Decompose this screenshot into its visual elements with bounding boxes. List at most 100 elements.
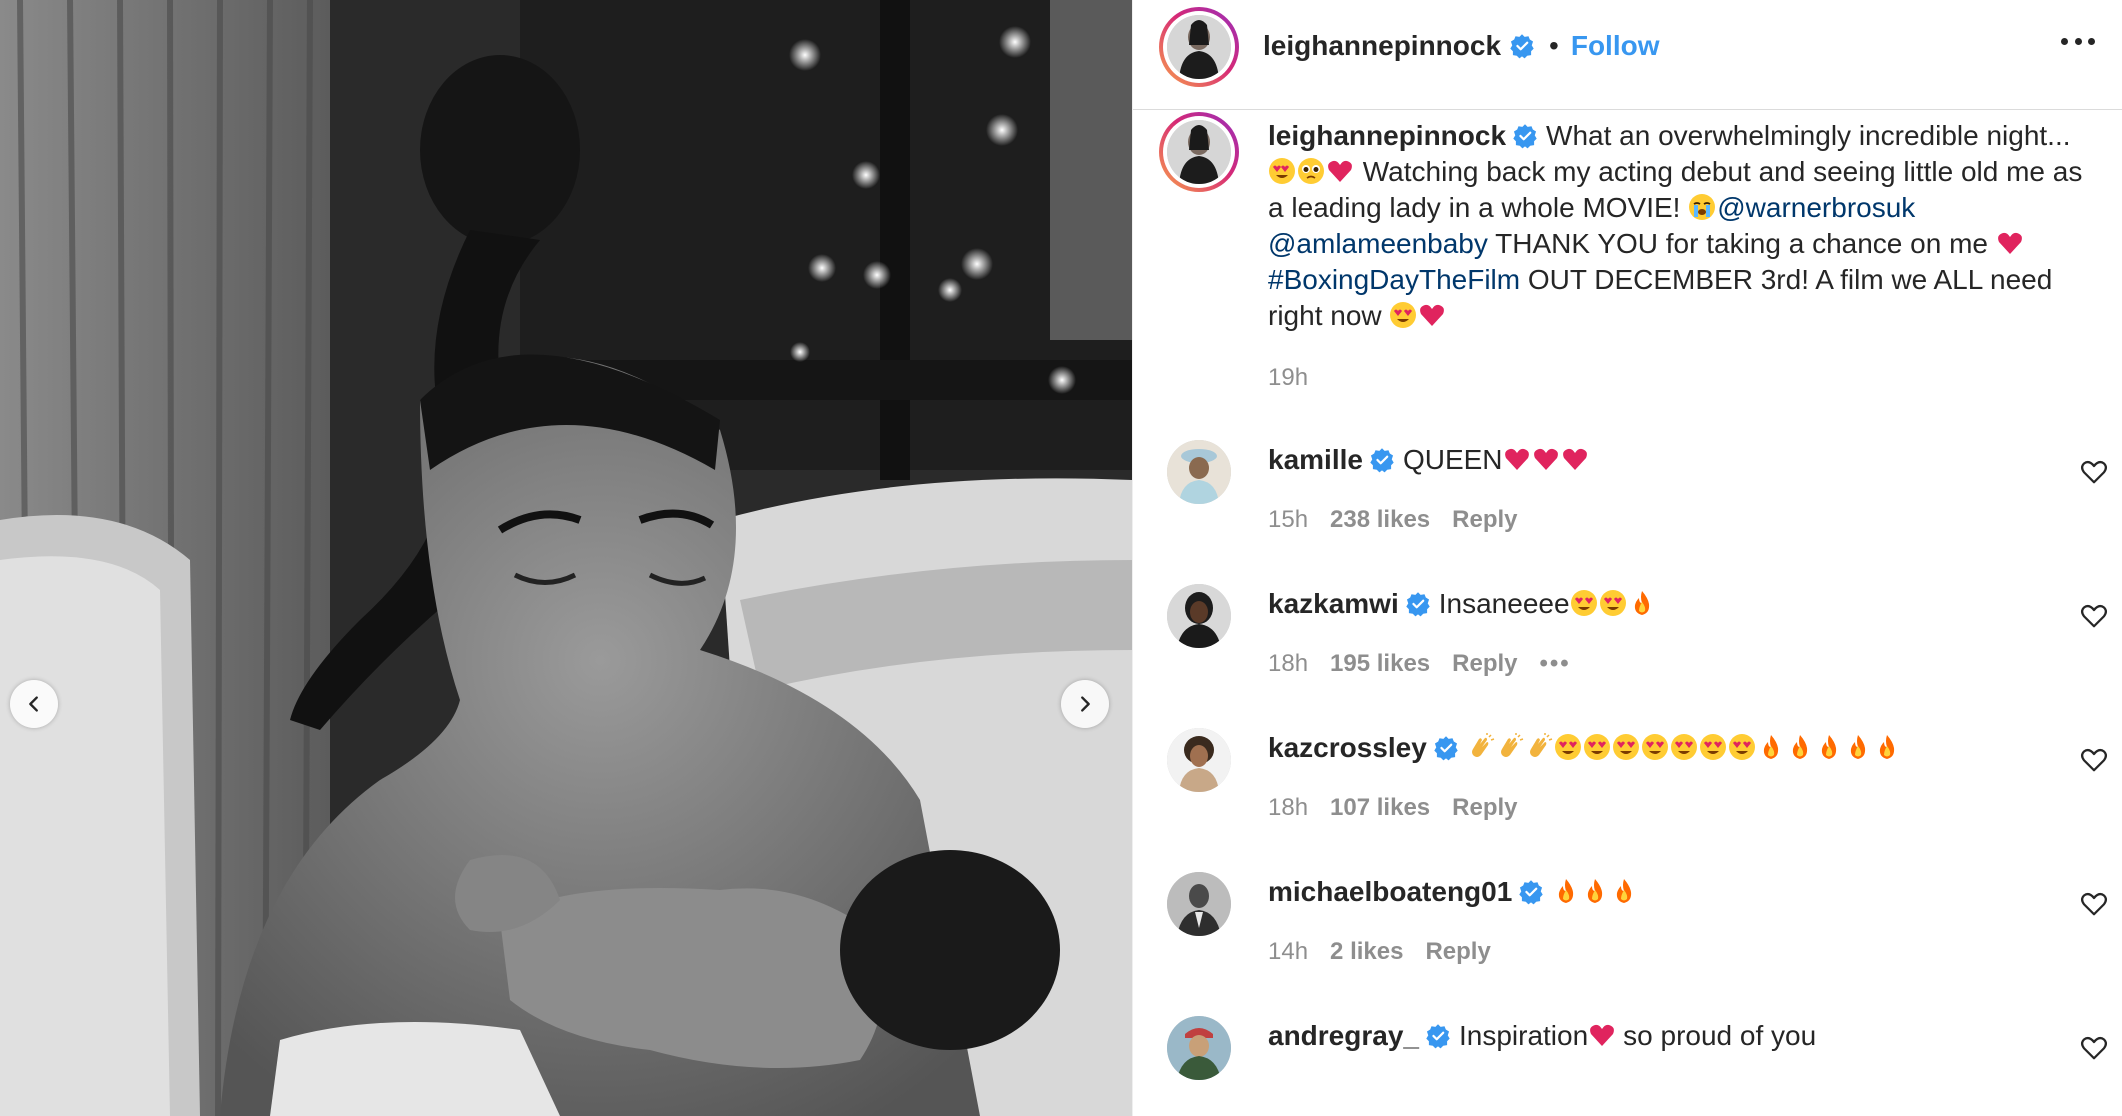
heart-eyes-emoji-icon (1269, 158, 1295, 184)
post-side-panel: leighannepinnock • Follow leighannepinnock… (1132, 0, 2122, 1116)
comment-reply-button[interactable]: Reply (1452, 650, 1517, 677)
comment-item: kamille QUEEN 15h 238 likes Reply (1133, 440, 2122, 570)
comment-emoji (1467, 732, 1902, 763)
comment-time[interactable]: 18h (1268, 650, 1308, 677)
heart-outline-icon[interactable] (2079, 888, 2109, 918)
fire-emoji-icon (1879, 735, 1894, 759)
mention-amlameenbaby[interactable]: @amlameenbaby (1268, 228, 1488, 259)
caption-timestamp[interactable]: 19h (1268, 364, 1308, 392)
caption-line-2: Watching back my acting debut and seeing… (1268, 156, 2083, 223)
comment-body: kamille QUEEN (1268, 442, 1590, 478)
more-options-button[interactable] (2061, 38, 2095, 48)
comment-meta: 18h 107 likes Reply (1268, 794, 1540, 822)
comment-username[interactable]: kamille (1268, 444, 1363, 475)
caption-line-3: THANK YOU for taking a chance on me (1495, 228, 1988, 259)
caption-avatar-image (1167, 120, 1231, 184)
caption-username[interactable]: leighannepinnock (1268, 120, 1506, 151)
fire-emoji-icon (1792, 735, 1807, 759)
heart-eyes-emoji-icon (1670, 734, 1697, 760)
more-horizontal-icon (2061, 38, 2068, 45)
heart-outline-icon[interactable] (2079, 600, 2109, 630)
heart-eyes-emoji-icon (1554, 734, 1581, 760)
verified-badge-icon (1406, 592, 1430, 617)
carousel-prev-button[interactable] (10, 680, 58, 728)
comment-more-button[interactable]: ••• (1540, 650, 1571, 677)
more-dot (2088, 38, 2095, 45)
comment-body: kazkamwi Insaneeee (1268, 586, 1657, 622)
more-dot (2074, 38, 2082, 45)
heart-emoji-icon (1533, 448, 1558, 470)
author-avatar[interactable] (1159, 7, 1239, 87)
comment-emoji (1588, 1020, 1617, 1051)
comment-reply-button[interactable]: Reply (1452, 794, 1517, 821)
comment-username[interactable]: kazcrossley (1268, 732, 1427, 763)
heart-outline-icon[interactable] (2079, 1032, 2109, 1062)
comment-item: kazcrossley 18h 107 likes Reply (1133, 728, 2122, 858)
comment-avatar-image (1167, 1016, 1231, 1080)
chevron-right-icon (1081, 696, 1090, 712)
comment-avatar[interactable] (1167, 1016, 1231, 1080)
comment-avatar-image (1167, 584, 1231, 648)
hashtag-boxingdaythefilm[interactable]: #BoxingDayTheFilm (1268, 264, 1520, 295)
carousel-next-button[interactable] (1061, 680, 1109, 728)
comment-avatar[interactable] (1167, 584, 1231, 648)
comment-item: kazkamwi Insaneeee 18h 195 likes Reply ••• (1133, 584, 2122, 714)
comment-username[interactable]: andregray_ (1268, 1020, 1419, 1051)
red-heart-emoji-icon (1997, 232, 2022, 254)
comment-text: Inspiration (1458, 1020, 1589, 1051)
fire-emoji-icon (1634, 591, 1649, 615)
comment-reply-button[interactable]: Reply (1452, 506, 1517, 533)
comment-item: michaelboateng01 14h 2 likes Reply (1133, 872, 2122, 1002)
comment-emoji (1570, 588, 1657, 619)
heart-emoji-icon (1504, 448, 1529, 470)
heart-eyes-emoji-icon (1599, 590, 1626, 616)
comment-username[interactable]: kazkamwi (1268, 588, 1399, 619)
comment-meta: 18h 195 likes Reply ••• (1268, 650, 1593, 678)
header-identity: leighannepinnock • Follow (1263, 30, 1660, 62)
post-image (0, 0, 1132, 1116)
caption-text: leighannepinnock What an overwhelmingly i… (1268, 118, 2088, 334)
verified-badge-icon (1370, 448, 1394, 473)
header-separator: • (1549, 30, 1559, 61)
comment-likes[interactable]: 195 likes (1330, 650, 1430, 677)
clap-emoji-icon (1471, 733, 1495, 757)
heart-outline-icon[interactable] (2079, 456, 2109, 486)
comment-body: michaelboateng01 (1268, 874, 1639, 910)
heart-emoji-icon (1590, 1024, 1615, 1046)
comment-text: QUEEN (1402, 444, 1503, 475)
comment-emoji (1503, 444, 1590, 475)
crying-face-emoji-icon (1689, 194, 1716, 220)
comment-avatar-image (1167, 872, 1231, 936)
comment-avatar[interactable] (1167, 440, 1231, 504)
comment-avatar[interactable] (1167, 728, 1231, 792)
comment-text-2: so proud of you (1623, 1020, 1817, 1051)
comment-reply-button[interactable]: Reply (1425, 938, 1490, 965)
comment-time[interactable]: 18h (1268, 794, 1308, 821)
comment-likes[interactable]: 238 likes (1330, 506, 1430, 533)
post-photo[interactable] (0, 0, 1132, 1116)
heart-eyes-emoji-icon (1570, 590, 1597, 616)
fire-emoji-icon (1617, 879, 1632, 903)
follow-button[interactable]: Follow (1571, 30, 1660, 61)
comment-likes[interactable]: 107 likes (1330, 794, 1430, 821)
comment-avatar[interactable] (1167, 872, 1231, 936)
author-avatar-image (1167, 15, 1231, 79)
comment-text: Insaneeee (1438, 588, 1570, 619)
comment-emoji (1552, 876, 1639, 907)
caption-avatar[interactable] (1159, 112, 1239, 192)
chevron-left-icon (29, 696, 38, 712)
caption-line-1: What an overwhelmingly incredible night.… (1546, 120, 2071, 151)
comment-time[interactable]: 14h (1268, 938, 1308, 965)
author-username[interactable]: leighannepinnock (1263, 30, 1501, 61)
comment-likes[interactable]: 2 likes (1330, 938, 1403, 965)
mention-warnerbrosuk[interactable]: @warnerbrosuk (1717, 192, 1915, 223)
verified-badge-icon (1519, 880, 1544, 905)
clap-emoji-icon (1500, 733, 1524, 757)
verified-badge-icon (1426, 1024, 1450, 1049)
comment-username[interactable]: michaelboateng01 (1268, 876, 1512, 907)
comment-time[interactable]: 15h (1268, 506, 1308, 533)
comment-avatar-image (1167, 440, 1231, 504)
heart-outline-icon[interactable] (2079, 744, 2109, 774)
comment-item: andregray_ Inspiration so proud of you (1133, 1016, 2122, 1116)
heart-eyes-emoji-icon (1583, 734, 1610, 760)
